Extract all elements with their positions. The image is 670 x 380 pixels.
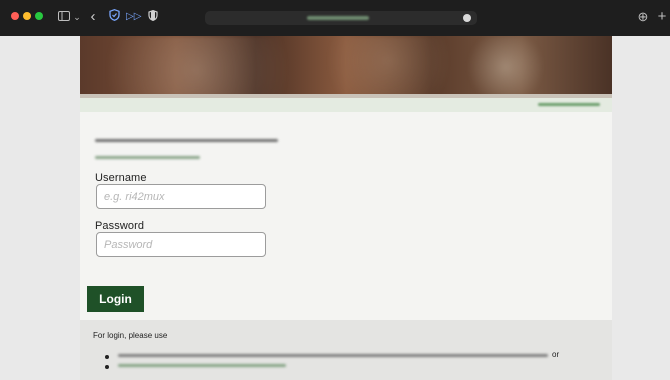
login-option-blurred (118, 354, 548, 357)
url-text-blurred (307, 16, 369, 20)
zoom-window-button[interactable] (35, 12, 43, 20)
or-text: or (552, 350, 560, 359)
login-option-link-blurred[interactable] (118, 364, 286, 367)
language-strip (80, 98, 612, 112)
login-info-text: For login, please use (93, 331, 168, 340)
intro-text-blurred (95, 139, 278, 142)
login-button[interactable]: Login (87, 286, 144, 312)
browser-toolbar: ⌄ ‹ ▷▷ ⊕ + (0, 0, 670, 36)
password-label: Password (95, 220, 145, 232)
plus-icon[interactable]: + (656, 7, 668, 27)
shield-icon[interactable] (107, 7, 121, 27)
chevron-down-icon[interactable]: ⌄ (72, 7, 82, 27)
banner-photo-blurred (80, 36, 612, 98)
forward-icon[interactable]: ▷▷ (126, 7, 141, 27)
address-bar[interactable] (205, 11, 477, 25)
login-info-panel: For login, please use or (80, 320, 612, 380)
download-icon[interactable]: ⊕ (636, 7, 650, 27)
close-window-button[interactable] (11, 12, 19, 20)
sidebar-icon[interactable] (56, 7, 72, 27)
intro-link-blurred[interactable] (95, 156, 200, 159)
username-label: Username (95, 172, 147, 184)
reload-icon[interactable] (463, 14, 471, 22)
minimize-window-button[interactable] (23, 12, 31, 20)
privacy-icon[interactable] (147, 7, 159, 27)
back-icon[interactable]: ‹ (88, 7, 98, 27)
password-input[interactable] (96, 232, 266, 257)
header-banner-image (80, 36, 612, 98)
list-bullet (105, 355, 109, 359)
username-input[interactable] (96, 184, 266, 209)
language-link-blurred[interactable] (538, 103, 600, 106)
list-bullet (105, 365, 109, 369)
page-content: Username Password Login For login, pleas… (80, 36, 612, 380)
